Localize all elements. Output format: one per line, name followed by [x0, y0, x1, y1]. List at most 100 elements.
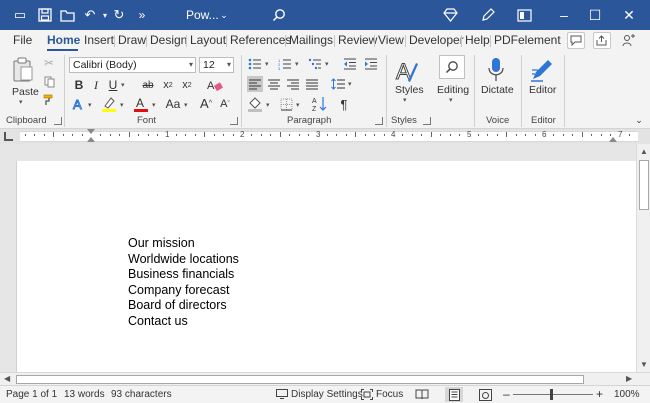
editor-button[interactable]: Editor — [529, 84, 556, 96]
scroll-up-icon[interactable]: ▲ — [640, 147, 648, 156]
bold-button[interactable]: B — [73, 78, 85, 92]
display-settings-icon[interactable] — [276, 389, 288, 402]
title-dropdown-icon[interactable]: ⌄ — [216, 7, 232, 23]
clipboard-launcher-icon[interactable] — [54, 117, 62, 125]
change-case-icon[interactable]: Aa — [164, 97, 182, 111]
horizontal-scrollbar[interactable]: ◀ ▶ — [0, 372, 650, 385]
minimize-button[interactable]: – — [553, 5, 575, 25]
focus-icon[interactable] — [361, 389, 373, 403]
share-button[interactable] — [593, 32, 611, 49]
dictate-button[interactable]: Dictate — [481, 84, 514, 96]
maximize-button[interactable]: ☐ — [584, 5, 606, 25]
numbering-dropdown-icon[interactable]: ▾ — [295, 60, 299, 68]
paragraph-line[interactable]: Company forecast — [128, 283, 229, 297]
styles-launcher-icon[interactable] — [423, 117, 431, 125]
diamond-icon[interactable] — [442, 7, 458, 23]
scroll-down-icon[interactable]: ▼ — [640, 360, 648, 369]
align-right-button[interactable] — [285, 76, 301, 92]
search-icon[interactable] — [271, 7, 287, 23]
collapse-ribbon-icon[interactable]: ⌄ — [633, 114, 645, 126]
document-page[interactable]: Our mission Worldwide locations Business… — [16, 161, 636, 372]
text-effects-dropdown-icon[interactable]: ▾ — [88, 101, 92, 109]
justify-button[interactable] — [304, 76, 320, 92]
microphone-icon[interactable] — [486, 57, 506, 83]
italic-button[interactable]: I — [90, 78, 102, 92]
paragraph-launcher-icon[interactable] — [375, 117, 383, 125]
zoom-in-button[interactable]: + — [596, 387, 603, 401]
web-layout-icon[interactable] — [476, 387, 494, 402]
decrease-indent-icon[interactable] — [343, 58, 357, 70]
read-mode-icon[interactable] — [413, 387, 431, 402]
save-icon[interactable] — [37, 7, 53, 23]
editing-button[interactable]: Editing — [437, 84, 469, 96]
tab-review[interactable]: Review — [338, 33, 377, 47]
numbering-icon[interactable]: 123 — [278, 58, 292, 70]
multilevel-list-icon[interactable] — [308, 58, 322, 70]
paste-dropdown-icon[interactable]: ▾ — [19, 98, 23, 106]
tab-references[interactable]: References — [230, 33, 291, 47]
sort-icon[interactable]: AZ — [312, 95, 328, 112]
highlight-icon[interactable] — [101, 96, 117, 112]
borders-dropdown-icon[interactable]: ▾ — [296, 101, 300, 109]
window-mode-icon[interactable] — [516, 7, 532, 23]
paragraph-line[interactable]: Contact us — [128, 314, 188, 328]
align-left-button[interactable] — [247, 76, 263, 92]
word-count[interactable]: 13 words — [64, 389, 105, 400]
superscript-button[interactable]: x2 — [180, 78, 194, 92]
comments-button[interactable] — [567, 32, 585, 49]
pen-icon[interactable] — [479, 7, 495, 23]
cut-icon[interactable]: ✂ — [43, 56, 55, 70]
bullets-icon[interactable] — [248, 58, 262, 70]
display-settings-button[interactable]: Display Settings — [291, 389, 363, 400]
font-launcher-icon[interactable] — [230, 117, 238, 125]
clear-formatting-icon[interactable]: A — [205, 78, 225, 92]
scroll-left-icon[interactable]: ◀ — [4, 374, 10, 383]
increase-indent-icon[interactable] — [364, 58, 378, 70]
shading-icon[interactable] — [247, 96, 263, 112]
vertical-scroll-thumb[interactable] — [639, 160, 649, 210]
paste-icon[interactable] — [11, 57, 35, 83]
styles-button[interactable]: Styles — [395, 84, 424, 96]
line-spacing-dropdown-icon[interactable]: ▾ — [348, 80, 352, 88]
find-icon[interactable] — [439, 55, 465, 79]
paragraph-line[interactable]: Our mission — [128, 236, 195, 250]
align-center-button[interactable] — [266, 76, 282, 92]
tab-view[interactable]: View — [378, 33, 404, 47]
tab-layout[interactable]: Layout — [190, 33, 226, 47]
editor-icon[interactable] — [529, 56, 555, 84]
paragraph-line[interactable]: Board of directors — [128, 298, 227, 312]
editing-dropdown-icon[interactable]: ▾ — [449, 96, 453, 104]
redo-icon[interactable]: ↻ — [111, 7, 127, 23]
font-size-combo[interactable]: 12 ▾ — [199, 57, 234, 73]
tab-help[interactable]: Help — [465, 33, 490, 47]
horizontal-scroll-thumb[interactable] — [16, 375, 584, 384]
shrink-font-icon[interactable]: Aˇ — [217, 97, 233, 111]
strikethrough-button[interactable]: ab — [140, 78, 156, 92]
font-color-dropdown-icon[interactable]: ▾ — [152, 101, 156, 109]
borders-icon[interactable] — [278, 96, 294, 112]
tab-developer[interactable]: Developer — [409, 33, 464, 47]
font-size-dropdown-icon[interactable]: ▾ — [227, 60, 231, 69]
grow-font-icon[interactable]: A ^ — [198, 96, 214, 111]
undo-icon[interactable]: ↶ — [82, 7, 98, 23]
hanging-indent-marker[interactable] — [87, 137, 95, 142]
font-name-dropdown-icon[interactable]: ▾ — [189, 60, 193, 69]
text-effects-icon[interactable]: A — [72, 97, 86, 112]
subscript-button[interactable]: x2 — [161, 78, 175, 92]
bullets-dropdown-icon[interactable]: ▾ — [265, 60, 269, 68]
show-formatting-marks-icon[interactable]: ¶ — [337, 96, 351, 112]
zoom-slider-thumb[interactable] — [550, 389, 553, 400]
more-commands-icon[interactable]: » — [134, 7, 150, 23]
font-color-icon[interactable]: A — [133, 96, 149, 112]
multilevel-list-dropdown-icon[interactable]: ▾ — [325, 60, 329, 68]
styles-icon[interactable]: A — [394, 57, 420, 85]
zoom-level[interactable]: 100% — [614, 389, 640, 400]
format-painter-icon[interactable] — [43, 94, 55, 106]
tab-pdfelement[interactable]: PDFelement — [494, 33, 561, 47]
first-line-indent-marker[interactable] — [87, 129, 95, 134]
page-count[interactable]: Page 1 of 1 — [6, 389, 57, 400]
change-case-dropdown-icon[interactable]: ▾ — [184, 101, 188, 109]
horizontal-ruler[interactable]: 1 2 3 4 5 6 7 — [0, 129, 650, 144]
coauthor-icon[interactable] — [620, 32, 638, 49]
tab-home[interactable]: Home — [47, 33, 80, 47]
